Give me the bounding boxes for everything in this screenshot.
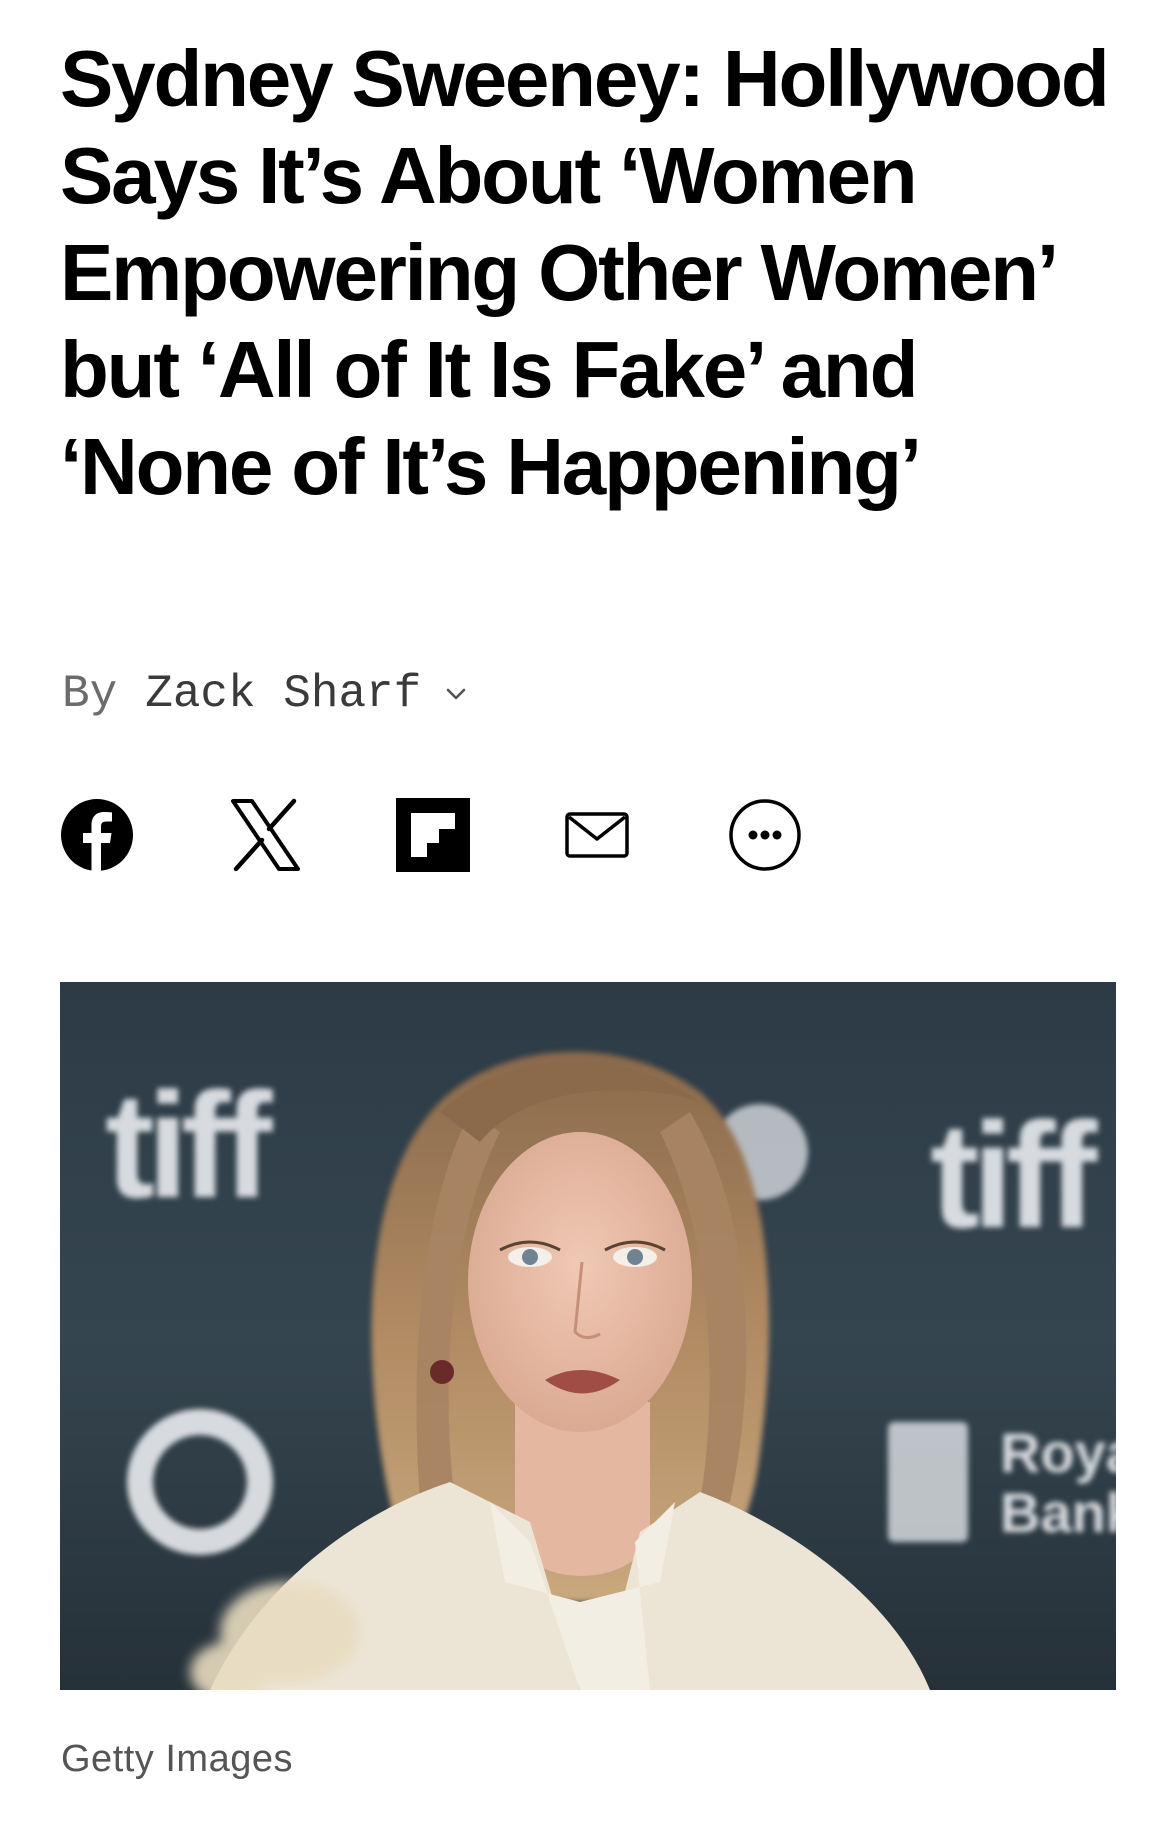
sponsor-text-2: Bank [1000, 1481, 1116, 1544]
byline[interactable]: By Zack Sharf [62, 664, 467, 724]
backdrop-logo-right: tiff [930, 1091, 1099, 1259]
email-share-button[interactable] [560, 798, 634, 872]
flipboard-share-button[interactable] [396, 798, 470, 872]
sponsor-text-1: Roya [1000, 1421, 1116, 1484]
facebook-share-button[interactable] [60, 798, 134, 872]
facebook-icon [61, 799, 133, 872]
x-share-button[interactable] [228, 798, 302, 872]
chevron-down-icon[interactable] [445, 687, 467, 701]
backdrop-logo-left: tiff [105, 1061, 274, 1229]
article-hero-image: tiff tiff Roya Bank [60, 982, 1116, 1690]
flipboard-icon [396, 798, 470, 872]
article-headline: Sydney Sweeney: Hollywood Says It’s Abou… [60, 34, 1110, 511]
more-icon [729, 799, 801, 871]
more-share-button[interactable] [728, 798, 802, 872]
x-icon [231, 798, 300, 872]
author-name[interactable]: Zack Sharf [145, 668, 421, 720]
image-credit: Getty Images [61, 1738, 293, 1780]
mail-icon [565, 812, 629, 858]
byline-prefix: By [62, 668, 118, 720]
share-bar [60, 790, 802, 880]
